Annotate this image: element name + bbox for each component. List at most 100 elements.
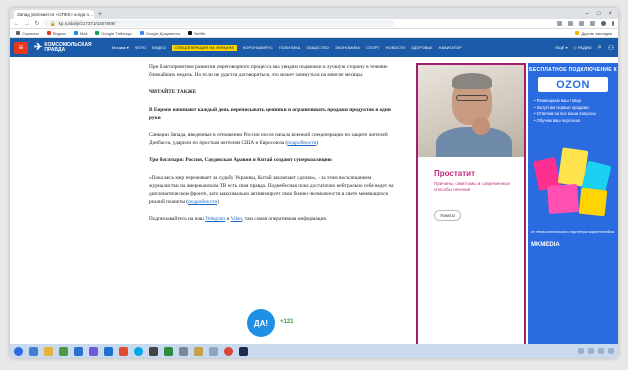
notifications-icon[interactable] <box>608 348 614 354</box>
nav-item[interactable]: ПОЛИТИКА <box>279 46 300 50</box>
maximize-button[interactable]: □ <box>597 11 601 17</box>
article-body: При благоприятном развитии переговорного… <box>149 63 399 233</box>
nav-item[interactable]: ВИДЕО <box>152 46 166 50</box>
ozon-logo: OZON <box>538 77 608 92</box>
extension-icon[interactable] <box>568 21 573 26</box>
app-icon[interactable] <box>119 346 128 356</box>
nav-item[interactable]: НОВОСТИ <box>386 46 405 50</box>
bookmark-item[interactable]: Google Таблицы <box>95 31 132 36</box>
shopping-bags-image <box>528 145 618 219</box>
mkmedia-brand: MKMEDIA <box>531 242 560 248</box>
related-headline[interactable]: В Европе начинают каждый день переписыва… <box>149 106 399 122</box>
nav-item[interactable]: ЗДОРОВЬЕ <box>411 46 433 50</box>
related-headline[interactable]: Три богатыря: Россия, Саудовская Аравия … <box>149 156 399 164</box>
new-tab-button[interactable]: + <box>98 10 102 19</box>
tab-title: Запад увлекается «ОПЕК» когда п… <box>17 12 94 17</box>
apps-icon <box>16 31 20 35</box>
reload-icon[interactable]: ↻ <box>34 20 40 27</box>
list-item: Обучим ваш персонал <box>534 118 613 125</box>
nav-item[interactable]: НАВИГАТОР <box>439 46 462 50</box>
top-navigation: ФОТО ВИДЕО СПЕЦОПЕРАЦИЯ НА УКРАИНЕ КОРОНАВИ… <box>135 44 462 51</box>
share-button[interactable]: ДА! <box>247 309 275 337</box>
app-icon[interactable] <box>209 346 218 356</box>
nav-item[interactable]: ОБЩЕСТВО <box>306 46 329 50</box>
ad-cta-button[interactable]: Узнать! <box>434 210 462 221</box>
explorer-icon[interactable] <box>44 346 53 356</box>
app-icon[interactable] <box>179 346 188 356</box>
nav-item[interactable]: СПЕЦОПЕРАЦИЯ НА УКРАИНЕ <box>171 44 238 51</box>
tray-icon[interactable] <box>578 348 584 354</box>
region-selector[interactable]: Москва ▾ <box>112 45 129 50</box>
network-icon[interactable] <box>588 348 594 354</box>
sheets-icon <box>95 31 100 35</box>
mail-icon <box>74 31 79 35</box>
url-field[interactable]: 🔒 kp.ru/daily/217371/4307809/ <box>44 20 394 27</box>
back-icon[interactable]: ← <box>14 21 20 27</box>
app-icon[interactable] <box>194 346 203 356</box>
app-icon[interactable] <box>89 346 98 356</box>
bookmarks-bar: Сервисы Яндекс Mail Google Таблицы Googl… <box>10 29 618 38</box>
ozon-ad[interactable]: БЕСПЛАТНОЕ ПОДКЛЮЧЕНИЕ К OZON Размещаем … <box>528 63 618 353</box>
site-logo[interactable]: ✈ КОМСОМОЛЬСКАЯ ПРАВДА <box>34 42 106 53</box>
windows-taskbar <box>10 344 618 358</box>
chrome-icon[interactable] <box>224 346 233 356</box>
nav-item[interactable]: ФОТО <box>135 46 146 50</box>
url-text: kp.ru/daily/217371/4307809/ <box>58 21 116 26</box>
article-paragraph: Санкции Запада, введенные в отношении Ро… <box>149 132 388 147</box>
article-paragraph: При благоприятном развитии переговорного… <box>149 64 388 79</box>
bookmark-item[interactable]: Netflix <box>188 31 205 36</box>
search-icon[interactable]: ⌕ <box>598 44 602 52</box>
browser-tab[interactable]: Запад увлекается «ОПЕК» когда п… × <box>14 10 94 19</box>
bookmark-item[interactable]: Сервисы <box>16 31 39 36</box>
radio-link[interactable]: ▷ РАДИО <box>574 45 592 50</box>
more-menu[interactable]: ЕЩЕ ▾ <box>555 45 567 50</box>
app-icon[interactable] <box>164 346 173 356</box>
close-window-button[interactable]: × <box>608 11 612 17</box>
nav-item[interactable]: КОРОНАВИРУС <box>243 46 273 50</box>
lock-icon: 🔒 <box>50 20 56 26</box>
skype-icon[interactable] <box>134 346 143 356</box>
app-icon[interactable] <box>59 346 68 356</box>
nav-item[interactable]: ЭКОНОМИКА <box>335 46 360 50</box>
app-icon[interactable] <box>149 346 158 356</box>
header-right: ЕЩЕ ▾ ▷ РАДИО ⌕ ⚇ <box>555 44 614 52</box>
extension-icon[interactable] <box>557 21 562 26</box>
article-paragraph: Подписывайтесь на наш Telegram и Viber, … <box>149 216 328 223</box>
bookmark-item[interactable]: Google Документы <box>139 31 180 36</box>
hamburger-menu-icon[interactable]: ≡ <box>14 41 28 54</box>
details-link[interactable]: подробности <box>287 140 316 146</box>
viber-link[interactable]: Viber <box>231 216 243 222</box>
extension-icon[interactable] <box>590 21 595 26</box>
logo-mark-icon: ✈ <box>34 42 43 53</box>
browser-window: Запад увлекается «ОПЕК» когда п… × + – □… <box>10 8 618 358</box>
profile-icon[interactable] <box>601 21 606 26</box>
prostatitis-ad[interactable]: Простатит Причины, симптомы и современны… <box>416 63 526 353</box>
ad-title: Простатит <box>434 169 475 178</box>
user-icon[interactable]: ⚇ <box>608 44 614 52</box>
tab-strip: Запад увлекается «ОПЕК» когда п… × + – □… <box>10 8 618 19</box>
task-view-icon[interactable] <box>29 346 38 356</box>
ozon-headline: БЕСПЛАТНОЕ ПОДКЛЮЧЕНИЕ К <box>529 67 617 73</box>
extension-icon[interactable] <box>579 21 584 26</box>
site-header: ≡ ✈ КОМСОМОЛЬСКАЯ ПРАВДА Москва ▾ ФОТО ВИД… <box>10 38 618 57</box>
telegram-link[interactable]: Telegram <box>205 216 225 222</box>
read-also-heading: ЧИТАЙТЕ ТАКЖЕ <box>149 89 197 96</box>
bookmark-item[interactable]: Яндекс <box>46 31 66 36</box>
minimize-button[interactable]: – <box>586 11 589 17</box>
nav-item[interactable]: СПОРТ <box>366 46 380 50</box>
app-icon[interactable] <box>74 346 83 356</box>
ad-description: Причины, симптомы и современные способы … <box>434 181 510 192</box>
start-button-icon[interactable] <box>14 346 23 356</box>
details-link[interactable]: подробности <box>188 199 217 205</box>
system-tray <box>578 348 614 354</box>
folder-icon <box>575 31 580 35</box>
window-controls: – □ × <box>580 8 618 19</box>
other-bookmarks[interactable]: Другие закладки <box>575 31 612 36</box>
volume-icon[interactable] <box>598 348 604 354</box>
bookmark-item[interactable]: Mail <box>74 31 87 36</box>
menu-icon[interactable] <box>612 21 614 26</box>
forward-icon[interactable]: → <box>24 21 30 27</box>
app-icon[interactable] <box>104 346 113 356</box>
photoshop-icon[interactable] <box>239 346 248 356</box>
ozon-footnote: от технологического партнера маркетплейс… <box>531 229 615 234</box>
